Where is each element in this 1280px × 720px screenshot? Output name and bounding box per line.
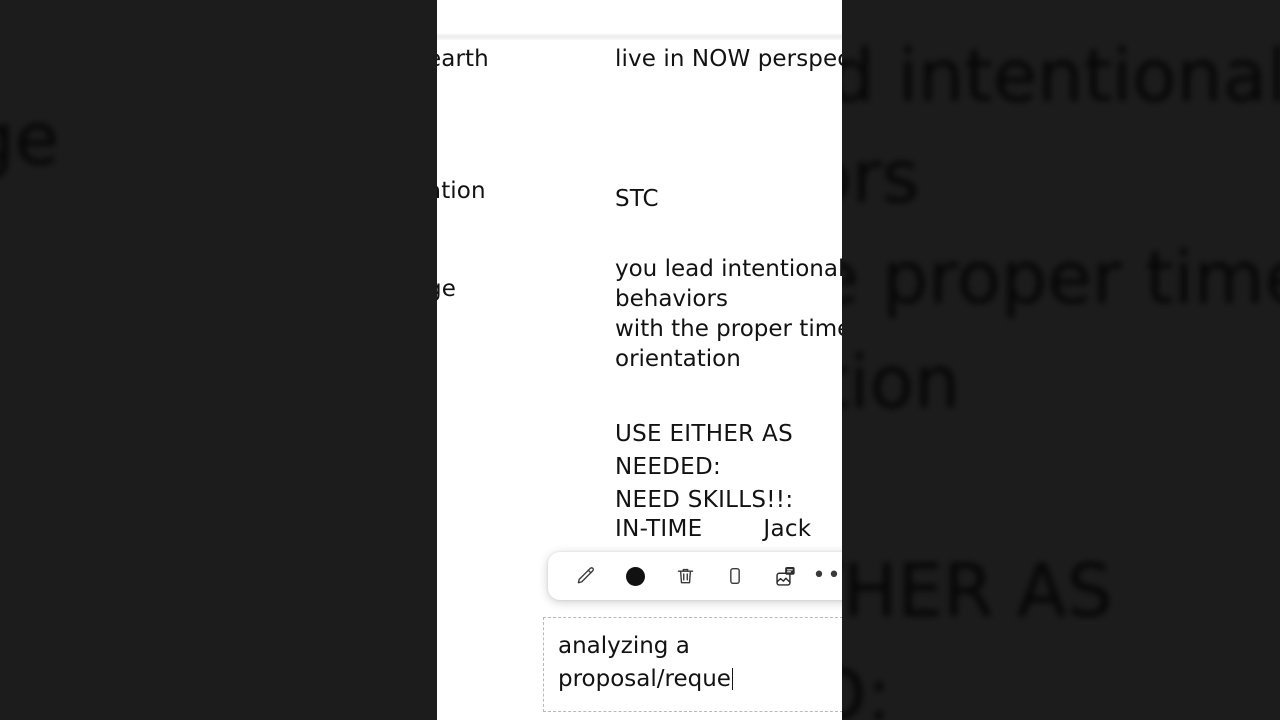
- page-top-band: [437, 0, 842, 33]
- overflow-dots: •••: [812, 563, 842, 588]
- canvas-text-stc[interactable]: STC: [615, 187, 659, 211]
- canvas-text-you-lead[interactable]: you lead intentionally behaviors with th…: [615, 255, 842, 375]
- floating-edit-toolbar[interactable]: •••: [548, 552, 842, 600]
- trash-icon[interactable]: [660, 554, 710, 598]
- canvas-text-live-in-now[interactable]: live in NOW perspective: [615, 47, 842, 71]
- canvas-text-use-either[interactable]: USE EITHER AS NEEDED: NEED SKILLS!!:: [615, 418, 793, 517]
- page-divider: [437, 33, 842, 40]
- text-input-box[interactable]: analyzing a proposal/reque: [543, 617, 842, 712]
- text-caret: [731, 667, 734, 690]
- canvas-text-ge[interactable]: ge: [437, 277, 456, 301]
- color-swatch-icon[interactable]: [610, 554, 660, 598]
- eraser-icon[interactable]: [710, 554, 760, 598]
- screen: earth live in NOW perspective ation STC …: [0, 0, 1280, 720]
- pencil-icon[interactable]: [560, 554, 610, 598]
- note-page[interactable]: earth ation ge live in NOW perspective S…: [437, 0, 842, 720]
- insert-image-icon[interactable]: [760, 554, 810, 598]
- canvas-text-earth[interactable]: earth: [437, 47, 489, 71]
- text-input-value-text: analyzing a proposal/reque: [558, 633, 731, 692]
- canvas-text-in-time[interactable]: IN-TIME Jack: [615, 517, 811, 541]
- text-input-value[interactable]: analyzing a proposal/reque: [558, 630, 734, 695]
- overflow-menu-icon[interactable]: •••: [810, 554, 842, 598]
- color-swatch-dot: [625, 566, 645, 586]
- canvas-text-ation[interactable]: ation: [437, 179, 486, 203]
